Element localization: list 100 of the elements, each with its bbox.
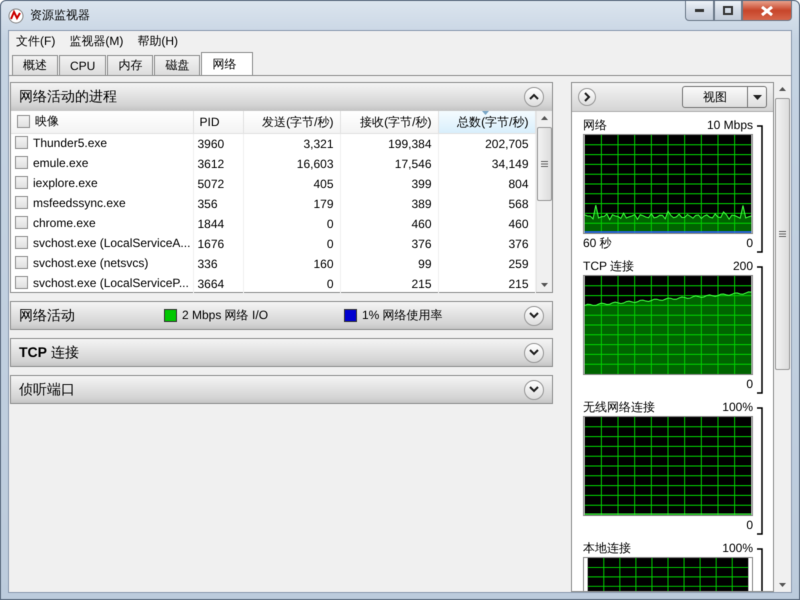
table-cell: 376 bbox=[438, 234, 535, 254]
scale-bracket bbox=[757, 548, 763, 591]
tab[interactable]: CPU bbox=[59, 55, 106, 75]
graph-max-label: 100% bbox=[722, 541, 753, 555]
checkbox[interactable] bbox=[15, 136, 28, 150]
collapse-button[interactable] bbox=[524, 86, 544, 106]
column-header[interactable]: 发送(字节/秒) bbox=[243, 111, 340, 134]
table-cell: 568 bbox=[438, 194, 535, 214]
maximize-button[interactable] bbox=[714, 1, 742, 21]
section-title: 网络活动 bbox=[19, 306, 76, 324]
graph-title: TCP 连接 bbox=[583, 258, 634, 274]
section-header[interactable]: TCP 连接 bbox=[11, 339, 552, 366]
table-cell: 356 bbox=[193, 194, 243, 214]
minimize-icon bbox=[695, 9, 704, 12]
scroll-down-icon[interactable] bbox=[540, 283, 548, 287]
checkbox[interactable] bbox=[17, 115, 30, 128]
scroll-up-icon[interactable] bbox=[540, 116, 548, 120]
table-cell: 16,603 bbox=[243, 154, 340, 174]
table-cell: 0 bbox=[243, 214, 340, 234]
process-name: msfeedssync.exe bbox=[33, 196, 126, 210]
chevron-right-icon bbox=[584, 92, 590, 102]
column-header[interactable]: 总数(字节/秒) bbox=[438, 111, 535, 134]
chevron-down-icon bbox=[529, 349, 539, 356]
process-name: emule.exe bbox=[33, 156, 88, 170]
grip-icon bbox=[540, 161, 548, 167]
grip-icon bbox=[779, 231, 786, 237]
section-header[interactable]: 侦听端口 bbox=[11, 376, 552, 403]
table-cell: 3664 bbox=[193, 274, 243, 294]
checkbox[interactable] bbox=[15, 276, 28, 290]
table-cell: 460 bbox=[438, 214, 535, 234]
column-header[interactable]: PID bbox=[193, 111, 243, 134]
table-cell: 199,384 bbox=[340, 134, 438, 154]
tab[interactable]: 概述 bbox=[12, 55, 58, 75]
time-span-label: 60 秒 bbox=[583, 234, 612, 252]
checkbox[interactable] bbox=[15, 236, 28, 250]
scroll-thumb[interactable] bbox=[536, 127, 552, 201]
minimize-button[interactable] bbox=[685, 1, 714, 21]
tab[interactable]: 内存 bbox=[107, 55, 154, 75]
tab[interactable]: 网络 bbox=[201, 52, 254, 75]
table-cell: 1844 bbox=[193, 214, 243, 234]
table-cell: 259 bbox=[438, 254, 535, 274]
table-cell: 3612 bbox=[193, 154, 243, 174]
sort-arrow-icon bbox=[482, 111, 489, 115]
column-header[interactable]: 映像 bbox=[11, 111, 193, 134]
checkbox[interactable] bbox=[15, 256, 28, 270]
close-icon bbox=[761, 6, 773, 16]
graph-max-label: 10 Mbps bbox=[706, 118, 753, 132]
legend-label: 1% 网络使用率 bbox=[362, 307, 443, 324]
graph-title: 无线网络连接 bbox=[583, 398, 655, 416]
menu-item[interactable]: 文件(F) bbox=[9, 32, 62, 50]
process-name: Thunder5.exe bbox=[33, 136, 108, 150]
section-header[interactable]: 网络活动的进程 bbox=[11, 83, 552, 110]
process-name: svchost.exe (netsvcs) bbox=[33, 256, 148, 270]
graph-min-label: 0 bbox=[746, 518, 753, 532]
table-cell: 34,149 bbox=[438, 154, 535, 174]
graph-max-label: 200 bbox=[732, 259, 753, 273]
table-cell: 215 bbox=[340, 274, 438, 294]
process-name: svchost.exe (LocalServiceA... bbox=[33, 236, 190, 250]
checkbox[interactable] bbox=[15, 156, 28, 170]
view-button[interactable]: 视图 bbox=[682, 86, 767, 108]
process-name: iexplore.exe bbox=[33, 176, 98, 190]
close-button[interactable] bbox=[742, 1, 792, 21]
scroll-up-icon[interactable] bbox=[779, 87, 786, 91]
expand-pane-button[interactable] bbox=[578, 88, 596, 106]
scroll-down-icon[interactable] bbox=[779, 583, 786, 587]
checkbox[interactable] bbox=[15, 176, 28, 190]
section-title: 侦听端口 bbox=[19, 380, 75, 398]
tab[interactable]: 磁盘 bbox=[154, 55, 200, 75]
table-cell: 3960 bbox=[193, 134, 243, 154]
graph-title: 网络 bbox=[583, 116, 607, 134]
chevron-down-icon bbox=[529, 312, 539, 319]
expand-button[interactable] bbox=[524, 342, 544, 362]
chevron-up-icon bbox=[529, 93, 539, 100]
scroll-thumb[interactable] bbox=[775, 98, 790, 370]
maximize-icon bbox=[723, 6, 733, 15]
table-cell: 3,321 bbox=[243, 134, 340, 154]
scrollbar[interactable] bbox=[536, 111, 552, 292]
table-cell: 5072 bbox=[193, 174, 243, 194]
table-cell: 99 bbox=[340, 254, 438, 274]
menu-item[interactable]: 帮助(H) bbox=[130, 32, 185, 50]
table-cell: 405 bbox=[243, 174, 340, 194]
graph-max-label: 100% bbox=[722, 400, 753, 414]
table-cell: 0 bbox=[243, 274, 340, 294]
checkbox[interactable] bbox=[15, 216, 28, 230]
table-cell: 336 bbox=[193, 254, 243, 274]
table-cell: 376 bbox=[340, 234, 438, 254]
section-header[interactable]: 网络活动 2 Mbps 网络 I/O 1% 网络使用率 bbox=[11, 302, 552, 329]
column-header[interactable]: 接收(字节/秒) bbox=[340, 111, 438, 134]
table-cell: 460 bbox=[340, 214, 438, 234]
table-cell: 179 bbox=[243, 194, 340, 214]
table-cell: 17,546 bbox=[340, 154, 438, 174]
process-name: chrome.exe bbox=[33, 216, 96, 230]
expand-button[interactable] bbox=[524, 380, 544, 400]
checkbox[interactable] bbox=[15, 196, 28, 210]
menu-item[interactable]: 监视器(M) bbox=[62, 32, 130, 50]
column-label: 映像 bbox=[35, 113, 59, 130]
legend-label: 2 Mbps 网络 I/O bbox=[182, 307, 268, 324]
table-cell: 399 bbox=[340, 174, 438, 194]
caret-icon bbox=[752, 94, 762, 100]
expand-button[interactable] bbox=[524, 306, 544, 326]
